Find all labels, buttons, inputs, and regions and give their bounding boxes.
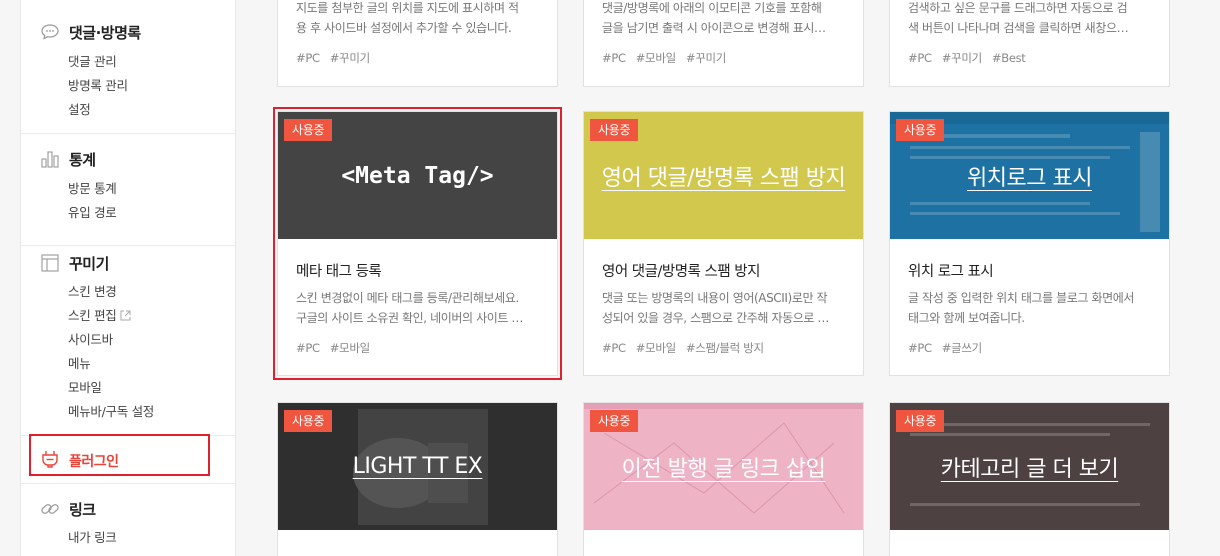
plugin-card-light-tt-ex[interactable]: LIGHT TT EX 사용중 <box>277 402 558 556</box>
bar-chart-icon <box>41 151 59 168</box>
card-description: 댓글/방명록에 아래의 이모티콘 기호를 포함해 글을 남기면 출력 시 아이콘… <box>602 1 826 35</box>
sidebar: 댓글·방명록 댓글 관리 방명록 관리 설정 통계 방문 통계 유입 경로 꾸미… <box>20 0 236 556</box>
sidebar-item-sidebar[interactable]: 사이드바 <box>68 329 113 348</box>
plugin-card-category-more[interactable]: 카테고리 글 더 보기 사용중 <box>889 402 1170 556</box>
card-description: 글 작성 중 입력한 위치 태그를 블로그 화면에서 태그와 함께 보여줍니다. <box>908 291 1135 325</box>
plugin-card-drag-search[interactable]: 검색하고 싶은 문구를 드래그하면 자동으로 검 색 버튼이 나타나며 검색을 … <box>889 0 1170 87</box>
sidebar-section-link: 링크 내가 링크 <box>21 484 235 556</box>
sidebar-item-my-link[interactable]: 내가 링크 <box>68 527 117 546</box>
sidebar-section-comments: 댓글·방명록 댓글 관리 방명록 관리 설정 <box>21 0 235 134</box>
sidebar-title-link[interactable]: 링크 <box>69 499 96 520</box>
skin-edit-label: 스킨 편집 <box>68 308 117 323</box>
card-title: 메타 태그 등록 <box>296 264 382 280</box>
card-description: 지도를 첨부한 글의 위치를 지도에 표시하며 적 용 후 사이드바 설정에서 … <box>296 1 519 35</box>
sidebar-section-decor: 꾸미기 스킨 변경 스킨 편집 사이드바 메뉴 모바일 메뉴바/구독 설정 <box>21 246 235 436</box>
sidebar-item-visit-stats[interactable]: 방문 통계 <box>68 178 117 197</box>
card-tags: #PC #모바일 <box>296 341 370 355</box>
card-description: 스킨 변경없이 메타 태그를 등록/관리해보세요. 구글의 사이트 소유권 확인… <box>296 291 524 325</box>
plugin-card-meta-tag[interactable]: <Meta Tag/> 사용중 메타 태그 등록 스킨 변경없이 메타 태그를 … <box>273 107 562 380</box>
sidebar-item-comment-settings[interactable]: 설정 <box>68 99 91 118</box>
link-icon <box>41 504 59 514</box>
sidebar-item-menubar-subscribe[interactable]: 메뉴바/구독 설정 <box>68 401 154 420</box>
speech-bubble-icon <box>41 24 59 40</box>
card-tags: #PC #글쓰기 <box>908 341 982 355</box>
sidebar-title-stats[interactable]: 통계 <box>69 149 96 170</box>
external-link-icon <box>120 310 131 321</box>
card-tags: #PC #꾸미기 <box>296 51 370 65</box>
card-tags: #PC #모바일 #꾸미기 <box>602 51 727 65</box>
sidebar-section-stats: 통계 방문 통계 유입 경로 <box>21 134 235 246</box>
plugin-selection-highlight <box>29 434 210 476</box>
card-tags: #PC #모바일 #스팸/블럭 방지 <box>602 341 764 355</box>
plugin-card-spam-block[interactable]: 영어 댓글/방명록 스팸 방지 사용중 영어 댓글/방명록 스팸 방지 댓글 또… <box>583 111 864 376</box>
sidebar-item-skin-change[interactable]: 스킨 변경 <box>68 281 117 300</box>
sidebar-item-guestbook-manage[interactable]: 방명록 관리 <box>68 75 128 94</box>
in-use-badge: 사용중 <box>284 119 333 141</box>
in-use-badge: 사용중 <box>896 119 945 141</box>
sidebar-item-mobile[interactable]: 모바일 <box>68 377 102 396</box>
card-title: 위치 로그 표시 <box>908 264 994 280</box>
layout-icon <box>41 254 59 272</box>
sidebar-item-skin-edit[interactable]: 스킨 편집 <box>68 305 131 324</box>
card-description: 댓글 또는 방명록의 내용이 영어(ASCII)로만 작 성되어 있을 경우, … <box>602 291 830 325</box>
in-use-badge: 사용중 <box>590 119 639 141</box>
card-tags: #PC #꾸미기 #Best <box>908 51 1026 65</box>
sidebar-item-comment-manage[interactable]: 댓글 관리 <box>68 51 117 70</box>
card-title: 영어 댓글/방명록 스팸 방지 <box>602 264 760 280</box>
in-use-badge: 사용중 <box>590 410 639 432</box>
in-use-badge: 사용중 <box>896 410 945 432</box>
sidebar-title-comments[interactable]: 댓글·방명록 <box>69 22 141 43</box>
sidebar-item-referrer[interactable]: 유입 경로 <box>68 202 117 221</box>
plugin-card-map[interactable]: 지도를 첨부한 글의 위치를 지도에 표시하며 적 용 후 사이드바 설정에서 … <box>277 0 558 87</box>
plugin-card-emoticon[interactable]: 댓글/방명록에 아래의 이모티콘 기호를 포함해 글을 남기면 출력 시 아이콘… <box>583 0 864 87</box>
sidebar-item-menu[interactable]: 메뉴 <box>68 353 91 372</box>
plugin-card-prev-post-link[interactable]: 이전 발행 글 링크 삽입 사용중 <box>583 402 864 556</box>
plugin-card-location-log[interactable]: 위치로그 표시 사용중 위치 로그 표시 글 작성 중 입력한 위치 태그를 블… <box>889 111 1170 376</box>
sidebar-title-decor[interactable]: 꾸미기 <box>69 253 109 274</box>
in-use-badge: 사용중 <box>284 410 333 432</box>
card-description: 검색하고 싶은 문구를 드래그하면 자동으로 검 색 버튼이 나타나며 검색을 … <box>908 1 1129 35</box>
